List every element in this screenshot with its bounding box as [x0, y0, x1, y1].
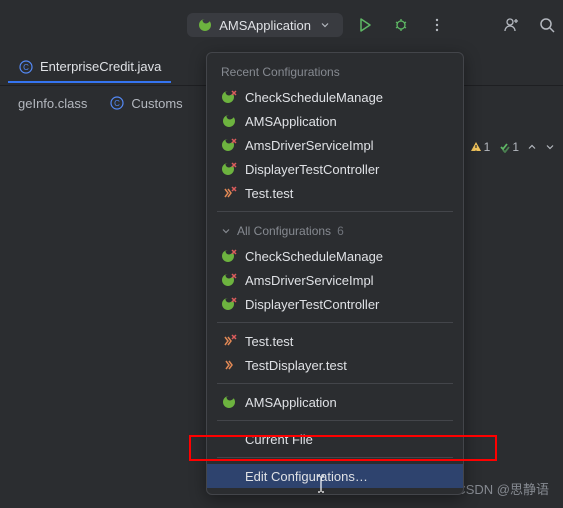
spring-icon	[221, 394, 237, 410]
separator	[217, 420, 453, 421]
item-label: DisplayerTestController	[245, 162, 379, 177]
item-label: Current File	[245, 432, 313, 447]
item-label: CheckScheduleManage	[245, 249, 383, 264]
separator	[217, 211, 453, 212]
item-label: TestDisplayer.test	[245, 358, 347, 373]
test-red-icon	[221, 185, 237, 201]
test-red-icon	[221, 333, 237, 349]
editor-subtab[interactable]: C Customs	[99, 91, 192, 115]
item-label: AmsDriverServiceImpl	[245, 273, 374, 288]
svg-text:C: C	[23, 63, 29, 72]
more-button[interactable]	[423, 11, 451, 39]
item-label: AmsDriverServiceImpl	[245, 138, 374, 153]
config-item[interactable]: Test.test	[207, 329, 463, 353]
test-icon	[221, 357, 237, 373]
chevron-down-icon	[317, 17, 333, 33]
spring-red-icon	[221, 248, 237, 264]
all-header: All Configurations 6	[207, 218, 463, 244]
subtab-label: geInfo.class	[18, 96, 87, 111]
spring-icon	[221, 113, 237, 129]
config-item[interactable]: AmsDriverServiceImpl	[207, 268, 463, 292]
item-label: AMSApplication	[245, 395, 337, 410]
editor-tab[interactable]: C EnterpriseCredit.java	[8, 53, 171, 83]
subtab-label: Customs	[131, 96, 182, 111]
debug-button[interactable]	[387, 11, 415, 39]
item-label: Test.test	[245, 186, 293, 201]
config-item[interactable]: AmsDriverServiceImpl	[207, 133, 463, 157]
spring-red-icon	[221, 137, 237, 153]
config-item[interactable]: AMSApplication	[207, 390, 463, 414]
current-file-item[interactable]: Current File	[207, 427, 463, 451]
run-config-label: AMSApplication	[219, 18, 311, 33]
config-item[interactable]: CheckScheduleManage	[207, 85, 463, 109]
item-label: CheckScheduleManage	[245, 90, 383, 105]
config-item[interactable]: DisplayerTestController	[207, 292, 463, 316]
spring-red-icon	[221, 296, 237, 312]
main-toolbar: AMSApplication	[0, 0, 563, 50]
run-config-selector[interactable]: AMSApplication	[187, 13, 343, 37]
java-class-icon: C	[109, 95, 125, 111]
config-item[interactable]: TestDisplayer.test	[207, 353, 463, 377]
config-item[interactable]: DisplayerTestController	[207, 157, 463, 181]
run-config-dropdown: Recent Configurations CheckScheduleManag…	[206, 52, 464, 495]
item-label: Edit Configurations…	[245, 469, 368, 484]
edit-configurations-item[interactable]: Edit Configurations…	[207, 464, 463, 488]
chevron-down-icon[interactable]	[545, 142, 555, 152]
add-user-button[interactable]	[497, 11, 525, 39]
chevron-up-icon[interactable]	[527, 142, 537, 152]
search-button[interactable]	[533, 11, 561, 39]
spring-red-icon	[221, 161, 237, 177]
spring-icon	[197, 17, 213, 33]
separator	[217, 322, 453, 323]
item-label: DisplayerTestController	[245, 297, 379, 312]
config-item[interactable]: Test.test	[207, 181, 463, 205]
tab-label: EnterpriseCredit.java	[40, 59, 161, 74]
recent-header: Recent Configurations	[207, 59, 463, 85]
spring-red-icon	[221, 89, 237, 105]
separator	[217, 457, 453, 458]
java-class-icon: C	[18, 59, 34, 75]
spring-red-icon	[221, 272, 237, 288]
run-button[interactable]	[351, 11, 379, 39]
item-label: AMSApplication	[245, 114, 337, 129]
svg-text:C: C	[114, 99, 120, 108]
watermark: CSDN @思静语	[456, 479, 549, 498]
config-item[interactable]: CheckScheduleManage	[207, 244, 463, 268]
editor-subtab[interactable]: geInfo.class	[8, 92, 97, 115]
item-label: Test.test	[245, 334, 293, 349]
warning-count[interactable]: 1	[470, 140, 491, 154]
info-count[interactable]: 1	[498, 140, 519, 154]
config-item[interactable]: AMSApplication	[207, 109, 463, 133]
separator	[217, 383, 453, 384]
